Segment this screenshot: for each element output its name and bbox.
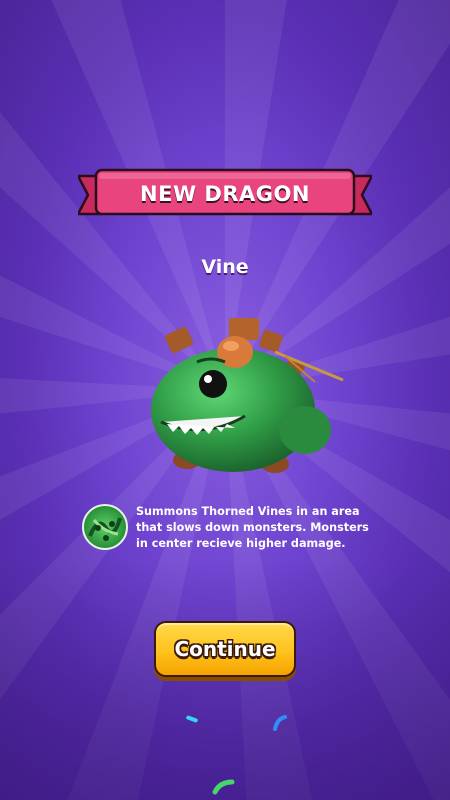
thorned-vines-icon (82, 504, 128, 550)
spike (164, 326, 194, 354)
background-fade (0, 560, 450, 800)
ability-info: Summons Thorned Vines in an area that sl… (82, 502, 382, 554)
confetti-piece (186, 715, 198, 723)
spike (259, 329, 283, 353)
confetti-piece (212, 779, 235, 795)
dragon-character (151, 318, 344, 473)
dragon-name: Vine (201, 256, 249, 278)
ability-description: Summons Thorned Vines in an area that sl… (136, 505, 369, 550)
confetti-piece (273, 715, 287, 731)
continue-button[interactable]: Continue (154, 621, 296, 677)
banner-title: NEW DRAGON (140, 182, 310, 206)
new-dragon-banner: NEW DRAGON (78, 168, 372, 220)
continue-button-label: Continue (174, 637, 276, 661)
